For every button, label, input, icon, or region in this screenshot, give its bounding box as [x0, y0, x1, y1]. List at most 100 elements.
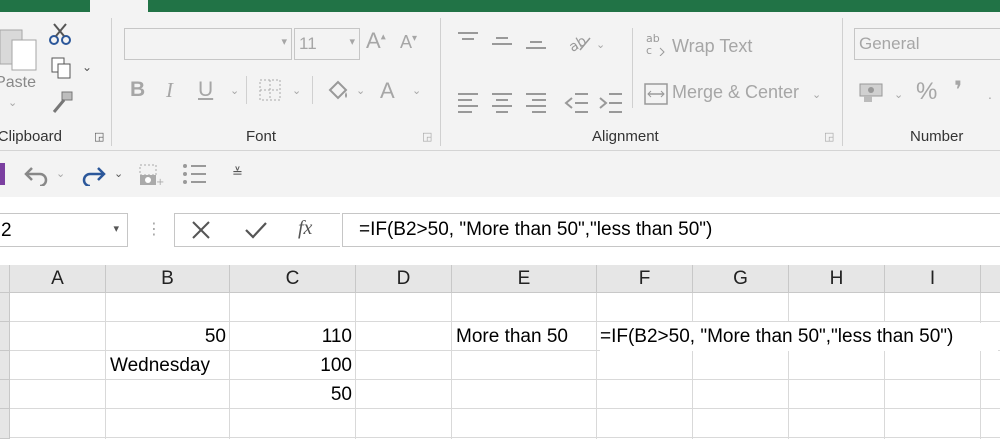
- clipboard-launcher-icon[interactable]: ◲: [94, 130, 104, 143]
- copy-icon[interactable]: [50, 56, 74, 85]
- percent-button[interactable]: %: [916, 78, 937, 106]
- font-color-button[interactable]: A: [380, 78, 395, 104]
- paste-icon[interactable]: [0, 24, 40, 72]
- column-header-d[interactable]: D: [356, 265, 452, 293]
- middle-align-icon[interactable]: [490, 30, 514, 55]
- accounting-format-icon[interactable]: [858, 80, 886, 109]
- cell-c3[interactable]: 100: [230, 352, 352, 380]
- copy-dropdown-icon[interactable]: ⌄: [82, 60, 92, 74]
- cell-f2[interactable]: =IF(B2>50, "More than 50","less than 50"…: [600, 323, 998, 351]
- merge-center-button[interactable]: Merge & Center: [672, 82, 799, 103]
- row-header[interactable]: [0, 293, 10, 322]
- column-header-a[interactable]: A: [10, 265, 106, 293]
- cancel-icon[interactable]: [190, 220, 212, 245]
- column-header-partial[interactable]: [981, 265, 1000, 293]
- formula-input[interactable]: =IF(B2>50, "More than 50","less than 50"…: [342, 213, 1000, 247]
- alignment-launcher-icon[interactable]: ◲: [824, 130, 834, 143]
- enter-icon[interactable]: [244, 220, 268, 245]
- font-size-select[interactable]: 11 ▾: [294, 28, 360, 60]
- format-painter-icon[interactable]: [50, 90, 74, 119]
- font-name-select[interactable]: ▾: [124, 28, 292, 60]
- align-center-icon[interactable]: [490, 90, 514, 119]
- grow-font-button[interactable]: A▴: [366, 28, 386, 54]
- orientation-dropdown-icon[interactable]: ⌄: [596, 38, 605, 51]
- italic-button[interactable]: I: [166, 78, 173, 103]
- column-header-f[interactable]: F: [597, 265, 693, 293]
- paste-dropdown-icon[interactable]: ⌄: [8, 96, 17, 109]
- column-header-c[interactable]: C: [230, 265, 356, 293]
- font-color-dropdown-icon[interactable]: ⌄: [412, 84, 421, 97]
- borders-icon[interactable]: [258, 78, 282, 107]
- paste-button[interactable]: Paste: [0, 74, 36, 92]
- wrap-text-icon[interactable]: ab c: [646, 32, 668, 61]
- group-label-font: Font: [246, 128, 277, 145]
- increase-indent-icon[interactable]: [598, 90, 624, 119]
- row-header[interactable]: [0, 380, 10, 409]
- undo-icon[interactable]: [24, 162, 50, 191]
- divider: [312, 76, 313, 104]
- wrap-text-button[interactable]: Wrap Text: [672, 36, 752, 57]
- underline-dropdown-icon[interactable]: ⌄: [230, 84, 239, 97]
- grow-font-label: A: [366, 28, 381, 53]
- align-right-icon[interactable]: [524, 90, 548, 119]
- fill-color-dropdown-icon[interactable]: ⌄: [356, 84, 365, 97]
- increase-decimal-icon[interactable]: .: [988, 86, 992, 102]
- font-launcher-icon[interactable]: ◲: [422, 130, 432, 143]
- redo-icon[interactable]: [80, 162, 106, 191]
- customize-toolbar-icon[interactable]: ≚: [232, 165, 243, 181]
- tab-home[interactable]: [90, 0, 148, 12]
- shrink-font-label: A: [400, 32, 413, 52]
- cell-c2[interactable]: 110: [230, 323, 352, 351]
- redo-dropdown-icon[interactable]: ⌄: [114, 167, 123, 180]
- quick-access-toolbar: ⌄ ⌄ + ≚: [0, 151, 1000, 197]
- bullets-icon[interactable]: [182, 163, 208, 190]
- cut-icon[interactable]: [48, 22, 72, 51]
- row-header[interactable]: [0, 409, 10, 439]
- sheet-grid: A B C D E F G H I 50 110 More than 50 =I…: [0, 265, 1000, 439]
- save-icon[interactable]: [0, 163, 5, 185]
- merge-dropdown-icon[interactable]: ⌄: [812, 88, 821, 101]
- formula-bar-grip-icon[interactable]: ⋮: [146, 219, 162, 239]
- cell-c4[interactable]: 50: [230, 381, 352, 409]
- svg-text:+: +: [156, 177, 164, 187]
- undo-dropdown-icon[interactable]: ⌄: [56, 167, 65, 180]
- column-header-b[interactable]: B: [106, 265, 230, 293]
- group-label-clipboard: Clipboard: [0, 128, 62, 145]
- number-format-select[interactable]: General: [854, 28, 1000, 60]
- column-header-g[interactable]: G: [693, 265, 789, 293]
- select-all-corner[interactable]: [0, 265, 10, 293]
- fill-color-icon[interactable]: [324, 76, 350, 107]
- shrink-font-button[interactable]: A▾: [400, 32, 417, 53]
- ribbon: Paste ⌄ ⌄ Clipboard ◲ ▾ 11 ▾ A▴ A▾ B I U…: [0, 12, 1000, 151]
- cell-b2[interactable]: 50: [106, 323, 226, 351]
- bottom-align-icon[interactable]: [524, 30, 548, 55]
- grid-col-line: [692, 293, 693, 322]
- row-header[interactable]: [0, 322, 10, 351]
- column-header-h[interactable]: H: [789, 265, 885, 293]
- underline-button[interactable]: U: [198, 78, 213, 102]
- divider: [246, 76, 247, 104]
- merge-center-icon[interactable]: [644, 82, 668, 111]
- comma-style-button[interactable]: ❜: [954, 76, 962, 105]
- accounting-dropdown-icon[interactable]: ⌄: [894, 88, 903, 101]
- grid-col-line: [355, 293, 356, 439]
- column-header-e[interactable]: E: [452, 265, 597, 293]
- top-align-icon[interactable]: [456, 30, 480, 55]
- borders-dropdown-icon[interactable]: ⌄: [292, 84, 301, 97]
- group-label-number: Number: [910, 128, 964, 145]
- grid-col-line: [692, 351, 693, 439]
- column-header-i[interactable]: I: [885, 265, 981, 293]
- divider: [842, 18, 843, 146]
- cell-e2[interactable]: More than 50: [456, 323, 596, 351]
- camera-icon[interactable]: +: [138, 163, 164, 192]
- orientation-icon[interactable]: ab: [566, 30, 592, 59]
- name-box[interactable]: 2 ▾: [0, 213, 128, 247]
- decrease-indent-icon[interactable]: [564, 90, 590, 119]
- svg-text:c: c: [646, 44, 652, 56]
- row-header[interactable]: [0, 351, 10, 380]
- grid-col-line: [788, 293, 789, 322]
- bold-button[interactable]: B: [130, 78, 145, 102]
- align-left-icon[interactable]: [456, 90, 480, 119]
- insert-function-button[interactable]: fx: [298, 217, 312, 240]
- cell-b3[interactable]: Wednesday: [110, 352, 228, 380]
